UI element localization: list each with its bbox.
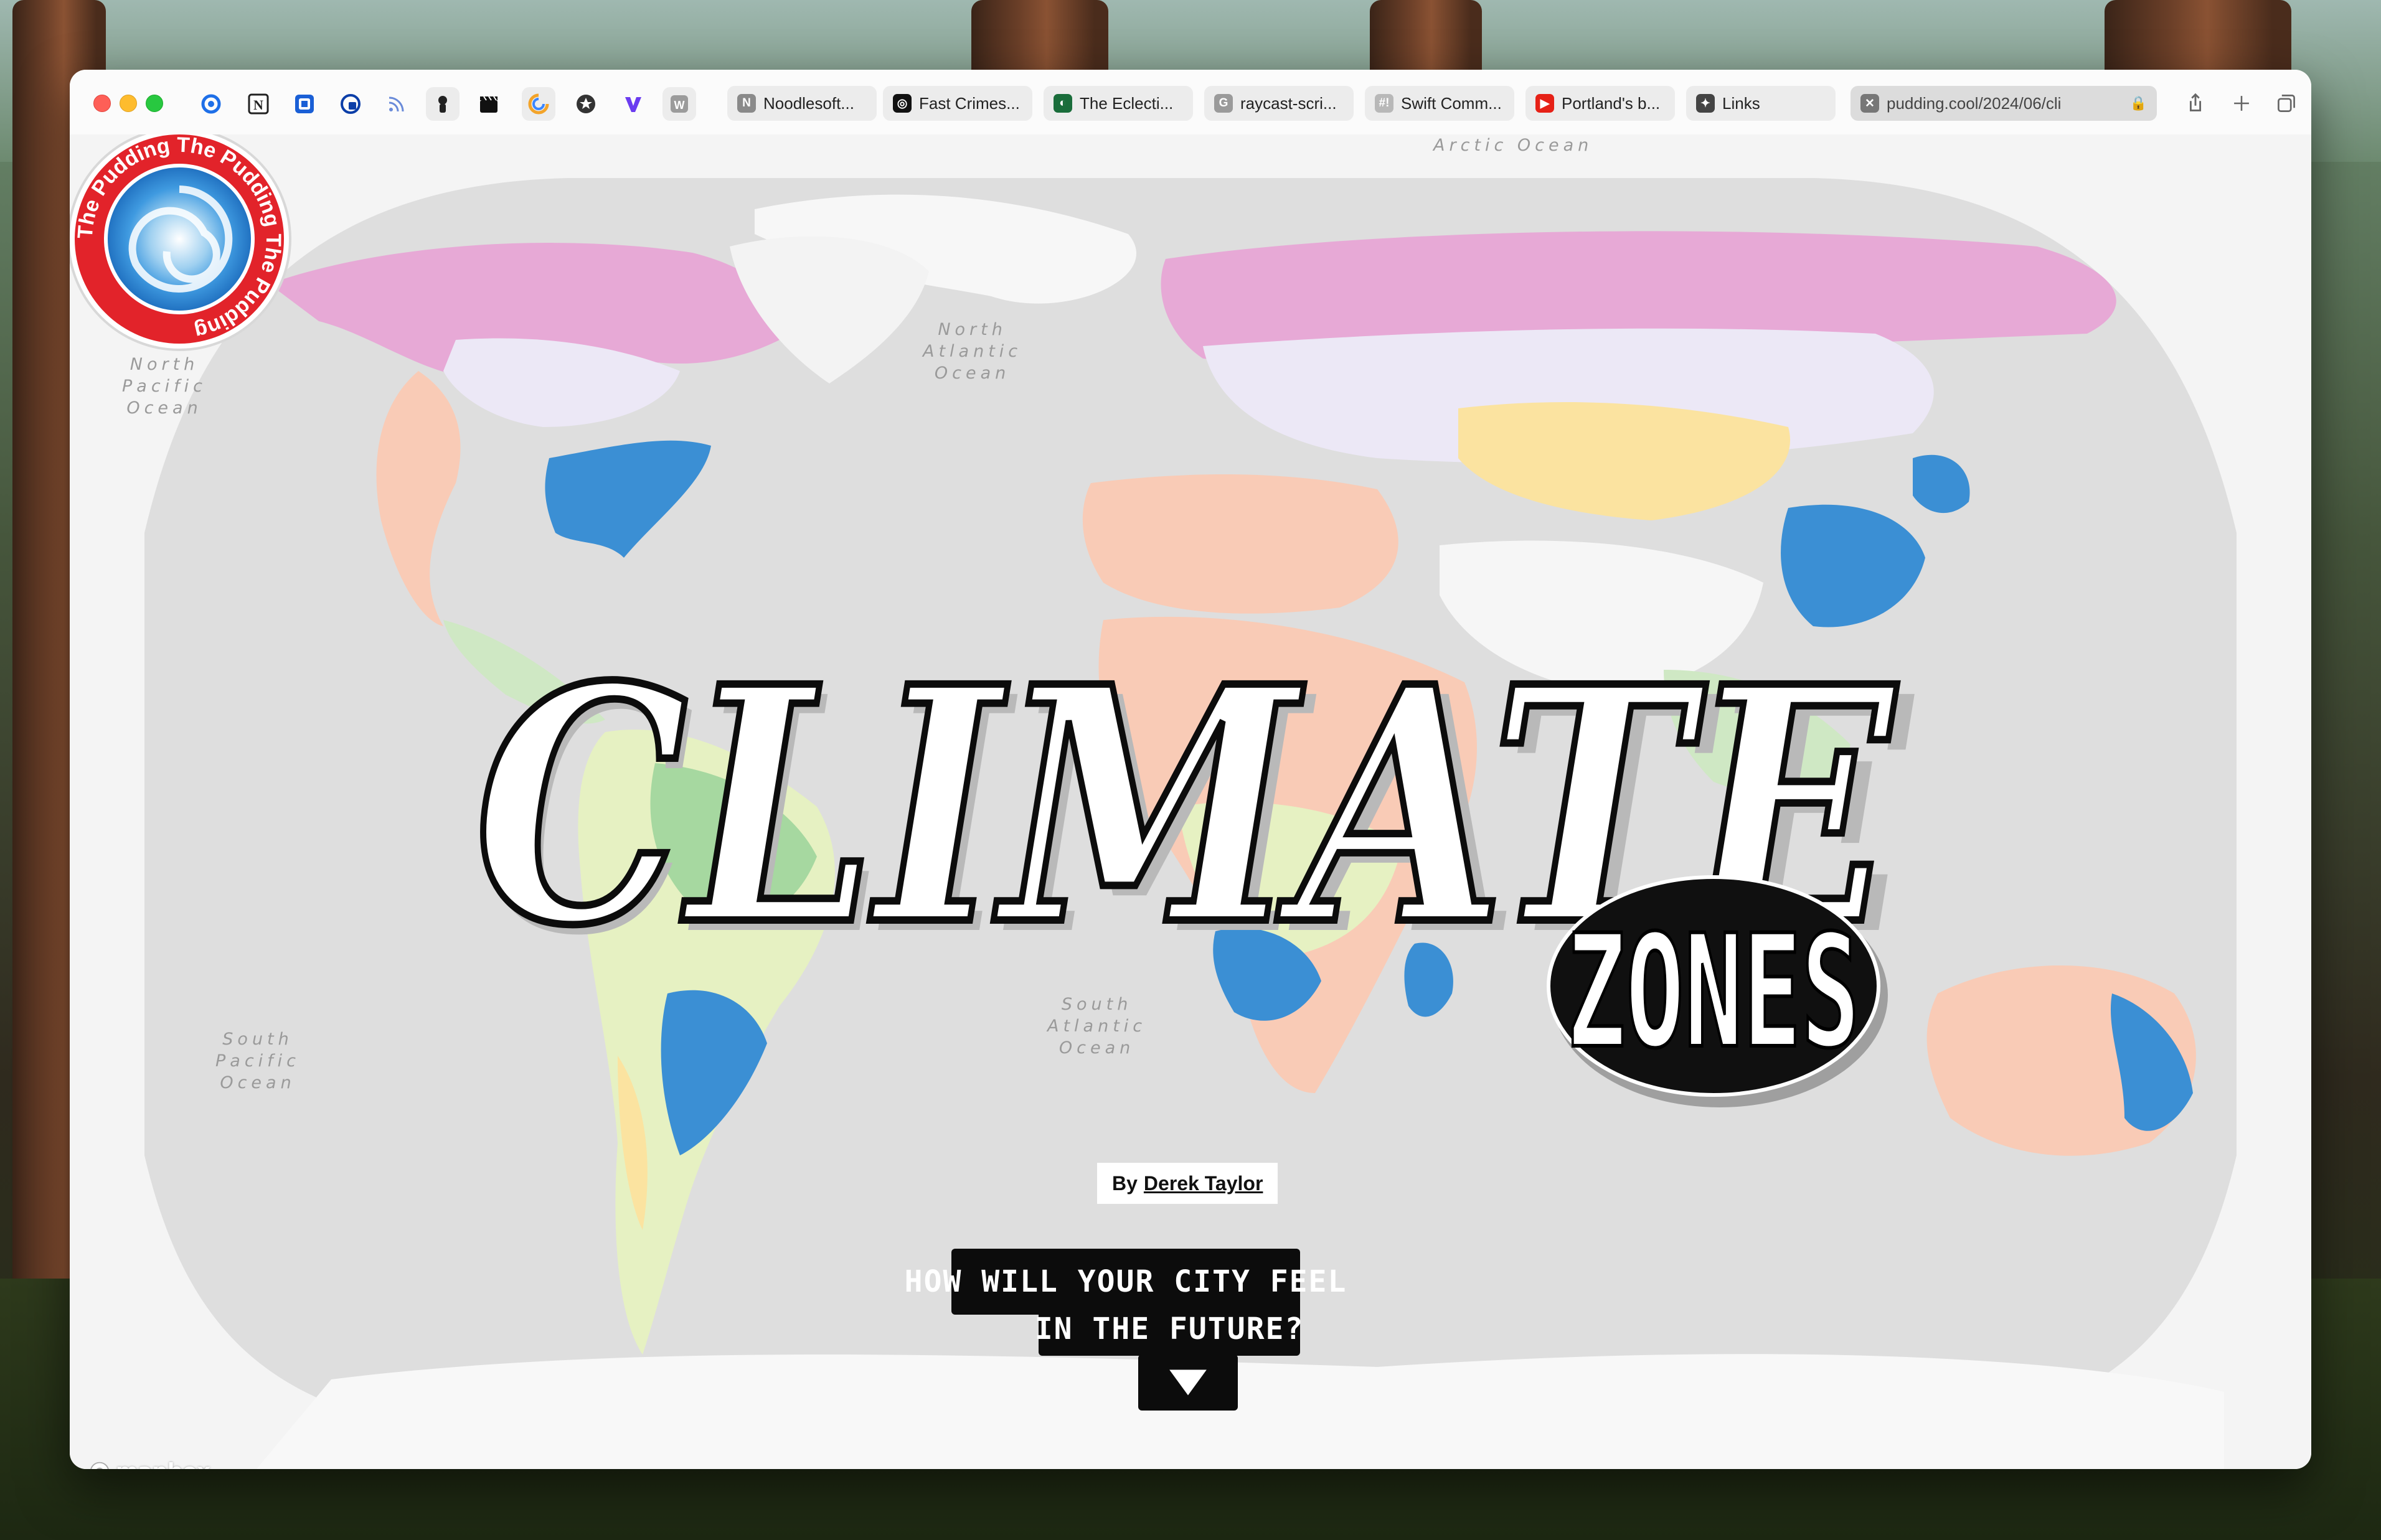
tab-overview-button[interactable]	[2271, 88, 2301, 118]
pinned-tab-mascot[interactable]	[426, 87, 460, 121]
w-icon: W	[671, 95, 688, 113]
tab-label: Swift Comm...	[1401, 93, 1502, 113]
cta-line-2[interactable]: IN THE FUTURE?	[1035, 1302, 1303, 1356]
plus-icon	[2234, 96, 2249, 111]
privacy-icon	[341, 94, 361, 114]
tab-favicon: ▶	[1535, 94, 1554, 113]
ocean-label-north-atlantic: North Atlantic Ocean	[923, 320, 1022, 383]
tab-favicon: #!	[1375, 94, 1393, 113]
svg-text:ZONES: ZONES	[1567, 901, 1860, 1082]
refresh-icon	[201, 94, 221, 114]
tab-active-url[interactable]: ✕ pudding.cool/2024/06/cli 🔒	[1851, 86, 2157, 121]
author-link[interactable]: Derek Taylor	[1144, 1172, 1263, 1195]
tab-label: Portland's b...	[1562, 93, 1661, 113]
zoom-window-button[interactable]	[146, 95, 163, 112]
pudding-logo-badge[interactable]: The Pudding The Pudding The Pudding	[70, 134, 298, 357]
ocean-label-arctic: Arctic Ocean	[1433, 136, 1593, 155]
url-field[interactable]: pudding.cool/2024/06/cli	[1887, 94, 2061, 113]
zones-subtitle-graphic: ZONES	[1547, 875, 1888, 1107]
pinned-tab-spiral[interactable]	[522, 87, 555, 121]
star-icon	[577, 95, 595, 113]
tab-favicon: ◐	[1054, 94, 1072, 113]
tab-favicon: ✦	[1696, 94, 1715, 113]
svg-text:W: W	[674, 99, 685, 111]
tab-label: The Eclecti...	[1080, 93, 1174, 113]
browser-toolbar: N W N Noodlesoft... ◎ Fast Crimes... ◐ T…	[70, 70, 2311, 135]
arrow-down-icon	[1169, 1369, 1207, 1396]
spiral-icon	[528, 93, 549, 115]
clapper-icon	[480, 96, 497, 113]
close-window-button[interactable]	[93, 95, 111, 112]
tab-favicon: ◎	[893, 94, 912, 113]
pinned-tab-star[interactable]	[569, 87, 603, 121]
mapbox-label: mapbox	[116, 1459, 210, 1469]
tab-close-icon[interactable]: ✕	[1860, 94, 1879, 113]
tab-label: Links	[1722, 93, 1760, 113]
rss-icon	[389, 96, 404, 112]
mapbox-attribution[interactable]: mapbox	[88, 1459, 210, 1469]
svg-text:N: N	[253, 97, 263, 113]
mapbox-logo-icon	[90, 1462, 109, 1469]
tab-label: Fast Crimes...	[919, 93, 1020, 113]
pinned-tab-w[interactable]: W	[662, 87, 696, 121]
tab-the-eclectic[interactable]: ◐ The Eclecti...	[1044, 86, 1193, 121]
tab-links[interactable]: ✦ Links	[1686, 86, 1836, 121]
pinned-tab-bookmark[interactable]	[288, 87, 321, 121]
scroll-down-button[interactable]	[1138, 1355, 1238, 1411]
bookmark-icon	[295, 95, 314, 113]
tab-overview-icon	[2278, 95, 2295, 112]
browser-window: N W N Noodlesoft... ◎ Fast Crimes... ◐ T…	[70, 70, 2311, 1469]
minimize-window-button[interactable]	[120, 95, 137, 112]
tab-favicon: N	[737, 94, 756, 113]
mascot-icon	[438, 96, 447, 113]
pinned-tab-refresh[interactable]	[194, 87, 228, 121]
share-button[interactable]	[2181, 88, 2210, 118]
tab-favicon: G	[1214, 94, 1233, 113]
pinned-tab-rss[interactable]	[380, 87, 413, 121]
tab-portlands[interactable]: ▶ Portland's b...	[1525, 86, 1675, 121]
tab-swift-community[interactable]: #! Swift Comm...	[1365, 86, 1514, 121]
tab-fast-crimes[interactable]: ◎ Fast Crimes...	[883, 86, 1032, 121]
v-icon	[625, 97, 641, 112]
tab-label: raycast-scri...	[1240, 93, 1337, 113]
tab-label: Noodlesoft...	[763, 93, 854, 113]
new-tab-button[interactable]	[2227, 88, 2256, 118]
pinned-tab-privacy[interactable]	[334, 87, 367, 121]
tab-noodlesoft[interactable]: N Noodlesoft...	[727, 86, 877, 121]
share-icon	[2189, 93, 2202, 111]
ocean-label-south-pacific: South Pacific Ocean	[215, 1030, 301, 1092]
pinned-tab-notion[interactable]: N	[242, 87, 275, 121]
page-content: Arctic Ocean North Atlantic Ocean North …	[70, 134, 2311, 1469]
pinned-tab-clapper[interactable]	[472, 87, 506, 121]
notion-icon: N	[248, 93, 269, 115]
lock-icon: 🔒	[2129, 95, 2147, 111]
byline-prefix: By	[1112, 1171, 1138, 1195]
pinned-tab-v[interactable]	[616, 87, 650, 121]
byline: By Derek Taylor	[1097, 1163, 1278, 1204]
ocean-label-north-pacific: North Pacific Ocean	[122, 355, 207, 418]
ocean-label-south-atlantic: South Atlantic Ocean	[1047, 995, 1147, 1058]
tab-raycast-scripts[interactable]: G raycast-scri...	[1204, 86, 1354, 121]
